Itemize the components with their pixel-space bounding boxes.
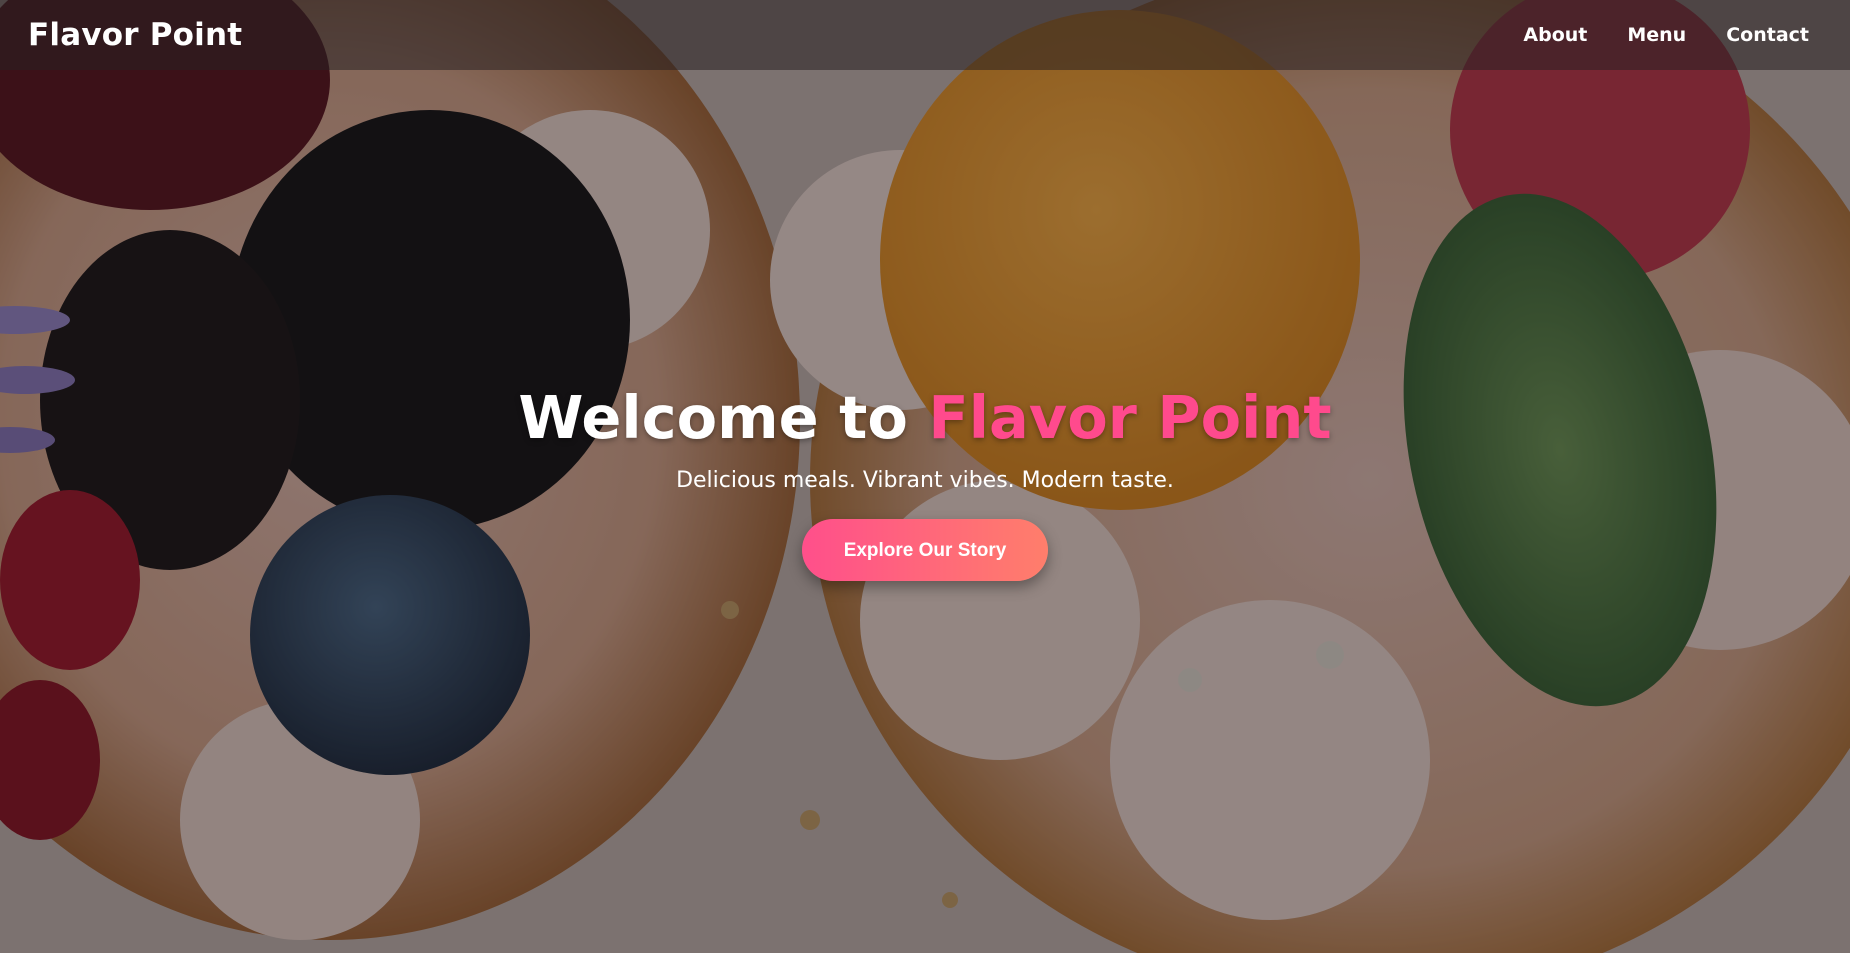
nav-link-about[interactable]: About — [1523, 24, 1587, 46]
hero-title-accent: Flavor Point — [928, 383, 1332, 452]
hero-section: Flavor Point About Menu Contact Welcome … — [0, 0, 1850, 953]
brand-logo[interactable]: Flavor Point — [28, 17, 242, 53]
nav-links: About Menu Contact — [1523, 24, 1809, 46]
nav-link-contact[interactable]: Contact — [1726, 24, 1809, 46]
hero-title-prefix: Welcome to — [518, 383, 929, 452]
top-navigation-bar: Flavor Point About Menu Contact — [0, 0, 1850, 70]
hero-subtitle: Delicious meals. Vibrant vibes. Modern t… — [676, 468, 1174, 493]
hero-title: Welcome to Flavor Point — [0, 380, 1850, 456]
explore-story-button[interactable]: Explore Our Story — [802, 519, 1048, 581]
hero-content: Welcome to Flavor Point Delicious meals.… — [0, 380, 1850, 581]
nav-link-menu[interactable]: Menu — [1627, 24, 1686, 46]
